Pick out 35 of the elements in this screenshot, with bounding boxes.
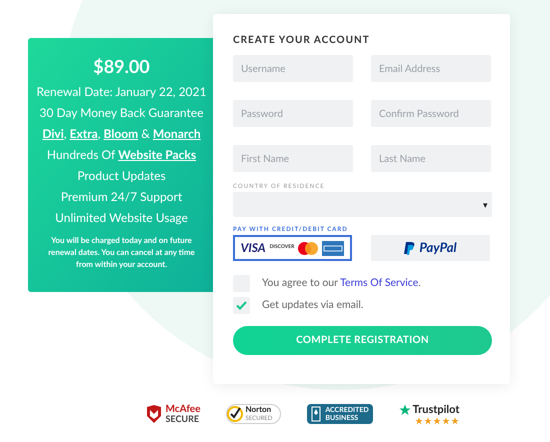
price: $89.00: [93, 54, 150, 78]
text-field[interactable]: Password: [233, 100, 353, 127]
text-field[interactable]: Last Name: [371, 145, 491, 172]
feature-text: Hundreds Of Website Packs: [46, 146, 196, 164]
feature-text: Divi, Extra, Bloom & Monarch: [42, 125, 201, 143]
feature-text: Unlimited Website Usage: [55, 209, 188, 227]
terms-link[interactable]: Terms Of Service: [340, 276, 418, 289]
billing-note: You will be charged today and on future renewal dates. You can cancel at any time from within your account.: [47, 234, 196, 270]
feature-text: Premium 24/7 Support: [60, 188, 182, 206]
text-field[interactable]: Username: [233, 55, 353, 82]
feature-text: Renewal Date: January 22, 2021: [36, 83, 206, 101]
text-field[interactable]: First Name: [233, 145, 353, 172]
badge-text: Norton: [245, 405, 272, 414]
checkmark-icon: [227, 406, 244, 422]
card-icon: [322, 240, 344, 256]
feature-text: Product Updates: [77, 167, 166, 185]
badge-text: McAfee: [166, 404, 200, 414]
overlapping-circles-icon: [298, 242, 318, 254]
badge-text: SECURE: [166, 414, 200, 424]
form-title: CREATE YOUR ACCOUNT: [233, 33, 371, 47]
star-icon: [398, 404, 411, 416]
checkbox-label: You agree to our Terms Of Service.: [262, 276, 421, 291]
card-brand-text: VISA: [240, 239, 266, 257]
paypal-logo-icon: [404, 242, 416, 254]
feature-text: 30 Day Money Back Guarantee: [40, 104, 204, 122]
checkmark-icon: [236, 301, 247, 310]
torch-icon: [311, 406, 322, 422]
text-field[interactable]: Email Address: [371, 55, 491, 82]
checkbox[interactable]: [233, 297, 250, 314]
shield-icon: [146, 405, 162, 423]
country-select[interactable]: ▾: [233, 192, 492, 217]
text-field[interactable]: Confirm Password: [371, 100, 491, 127]
paypal-payment-option[interactable]: PayPal: [371, 235, 490, 261]
badge-text: Trustpilot: [412, 403, 460, 416]
checkbox-label: Get updates via email.: [262, 298, 364, 313]
